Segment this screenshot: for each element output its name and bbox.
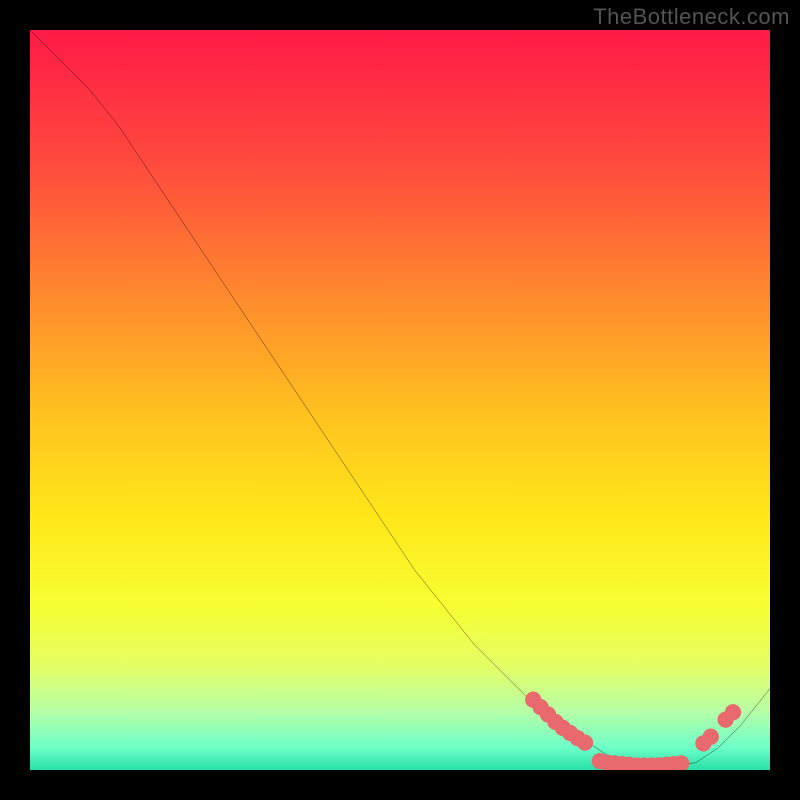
data-marker xyxy=(703,729,719,745)
plot-area xyxy=(30,30,770,770)
watermark-text: TheBottleneck.com xyxy=(593,4,790,30)
curve-layer xyxy=(30,30,770,770)
bottleneck-curve xyxy=(30,30,770,766)
data-marker xyxy=(725,704,741,720)
data-marker xyxy=(577,734,593,750)
chart-frame: TheBottleneck.com xyxy=(0,0,800,800)
data-markers xyxy=(525,692,741,770)
